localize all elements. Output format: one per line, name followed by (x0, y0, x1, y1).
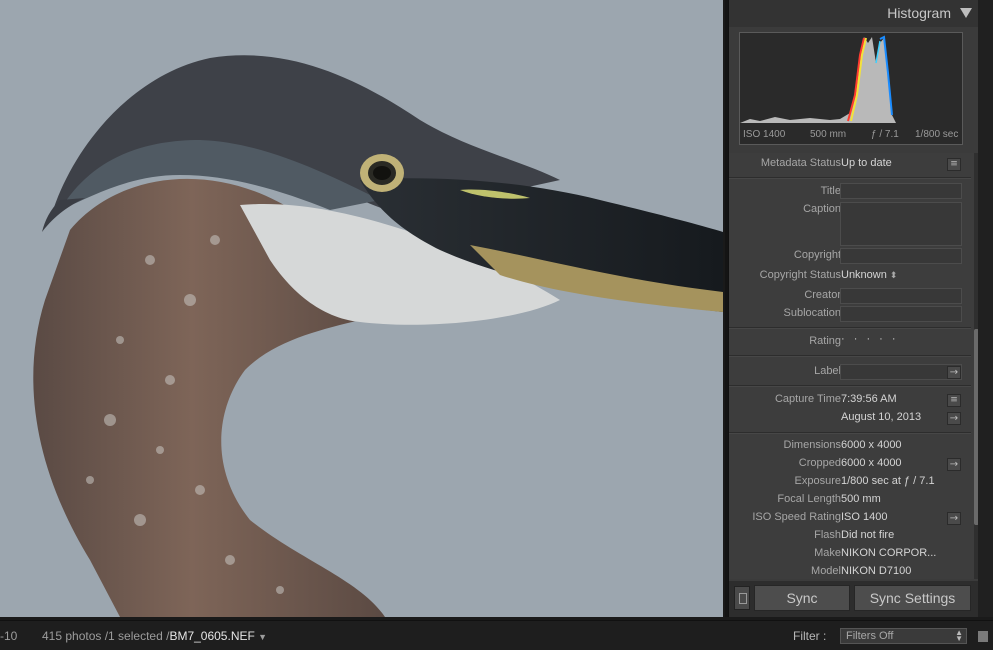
metadata-status-value: Up to date (841, 157, 892, 169)
label-field[interactable] (840, 364, 962, 380)
rating-label: Rating (809, 335, 841, 347)
flash-value: Did not fire (841, 529, 895, 541)
focal-length-label: Focal Length (777, 493, 841, 505)
updown-icon: ⬍ (889, 270, 898, 280)
flash-label: Flash (814, 529, 841, 541)
cropped-value: 6000 x 4000 (841, 457, 902, 469)
rating-stars[interactable]: · · · · · (841, 333, 899, 345)
sublocation-label: Sublocation (783, 307, 842, 319)
iso-arrow-icon[interactable]: → (947, 512, 961, 525)
capture-time-label: Capture Time (774, 393, 841, 405)
creator-label: Creator (804, 289, 841, 301)
sync-toggle-switch[interactable] (734, 586, 750, 610)
sync-settings-button[interactable]: Sync Settings (854, 585, 971, 611)
filter-value: Filters Off (846, 630, 894, 642)
divider (729, 355, 971, 357)
cropped-label: Cropped (798, 457, 841, 469)
capture-time-list-icon[interactable]: ≡ (947, 394, 961, 407)
dimensions-label: Dimensions (783, 439, 841, 451)
histogram-title: Histogram (887, 5, 951, 21)
sync-button[interactable]: Sync (754, 585, 850, 611)
copyright-status-label: Copyright Status (759, 269, 841, 281)
histogram-iso: ISO 1400 (743, 129, 786, 140)
divider (729, 327, 971, 329)
filter-select[interactable]: Filters Off ▲ ▼ (840, 628, 967, 644)
filmstrip-toolbar: -10 415 photos /1 selected /BM7_0605.NEF… (0, 620, 993, 650)
filmstrip-source[interactable]: 415 photos /1 selected /BM7_0605.NEF ▼ (42, 629, 267, 643)
model-label: Model (811, 565, 841, 577)
iso-label: ISO Speed Rating (752, 511, 841, 523)
capture-date-arrow-icon[interactable]: → (947, 412, 961, 425)
sync-bar: Sync Sync Settings (729, 581, 979, 617)
collapse-triangle-icon[interactable] (960, 8, 972, 18)
right-panel: Histogram ISO 1400 500 mm ƒ / 7.1 1/800 … (725, 0, 993, 617)
capture-date-value: August 10, 2013 (841, 411, 922, 423)
caption-field[interactable] (840, 202, 962, 246)
metadata-status-list-icon[interactable]: ≡ (947, 158, 961, 171)
filename-dropdown-icon[interactable]: ▼ (258, 632, 267, 642)
label-arrow-icon[interactable]: → (947, 366, 961, 379)
copyright-status-select[interactable]: Unknown ⬍ (841, 269, 897, 281)
histogram-header[interactable]: Histogram (729, 0, 979, 27)
copyright-label: Copyright (793, 249, 841, 261)
divider (729, 432, 971, 434)
caption-label: Caption (803, 203, 841, 215)
make-value: NIKON CORPOR... (841, 547, 937, 559)
sublocation-field[interactable] (840, 306, 962, 322)
filter-lock-icon[interactable] (978, 631, 988, 642)
right-panel-inner: Histogram ISO 1400 500 mm ƒ / 7.1 1/800 … (728, 0, 979, 617)
label-label: Label (814, 365, 841, 377)
histogram-aperture: ƒ / 7.1 (871, 129, 899, 140)
panel-edge (978, 0, 993, 617)
exposure-label: Exposure (794, 475, 841, 487)
iso-value: ISO 1400 (841, 511, 888, 523)
copyright-status-value: Unknown (841, 269, 887, 281)
make-label: Make (814, 547, 841, 559)
divider (729, 385, 971, 387)
focal-length-value: 500 mm (841, 493, 881, 505)
histogram-shutter: 1/800 sec (915, 129, 959, 140)
histogram-graph: ISO 1400 500 mm ƒ / 7.1 1/800 sec (739, 32, 964, 145)
heron-photo (0, 0, 723, 617)
filmstrip-index: -10 (0, 629, 18, 643)
title-field[interactable] (840, 183, 962, 199)
photo-preview[interactable] (0, 0, 723, 617)
title-label: Title (820, 185, 841, 197)
exposure-value: 1/800 sec at ƒ / 7.1 (841, 475, 935, 487)
filter-label: Filter : (793, 629, 827, 643)
histogram-focal: 500 mm (810, 129, 847, 140)
copyright-field[interactable] (840, 248, 962, 264)
dimensions-value: 6000 x 4000 (841, 439, 902, 451)
photo-count: 415 photos /1 selected / (42, 629, 170, 643)
updown-icon: ▲ ▼ (955, 628, 963, 643)
creator-field[interactable] (840, 288, 962, 304)
model-value: NIKON D7100 (841, 565, 912, 577)
current-filename: BM7_0605.NEF (169, 629, 255, 643)
metadata-status-label: Metadata Status (760, 157, 841, 169)
metadata-panel: Metadata Status Up to date ≡ Title Capti… (729, 153, 979, 579)
divider (729, 177, 971, 179)
cropped-arrow-icon[interactable]: → (947, 458, 961, 471)
capture-time-value: 7:39:56 AM (841, 393, 897, 405)
